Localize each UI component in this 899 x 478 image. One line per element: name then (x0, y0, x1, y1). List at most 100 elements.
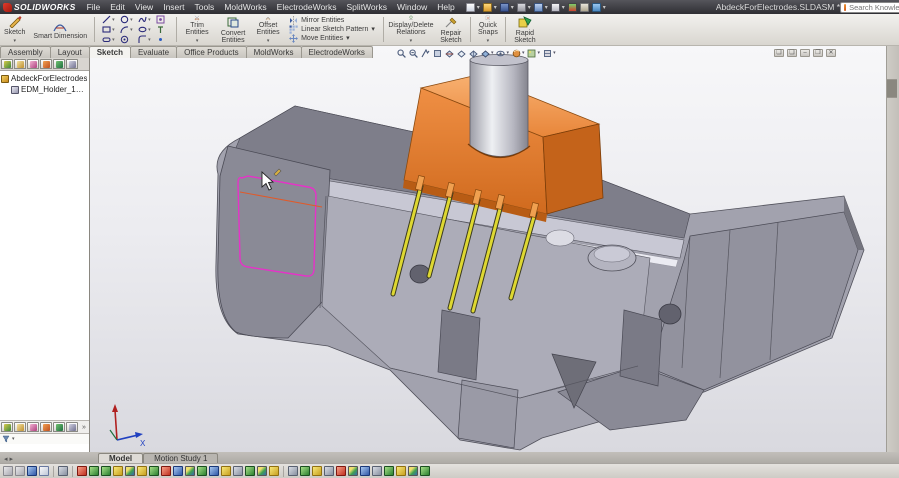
zoom-fit-icon[interactable] (396, 48, 406, 58)
office-manager-tab[interactable] (66, 59, 78, 69)
moldworks-tool-6-icon[interactable] (137, 466, 147, 476)
section-view-icon[interactable] (444, 48, 454, 58)
relations-caret-icon[interactable]: ▾ (410, 38, 413, 46)
electrodeworks-tool-1-icon[interactable] (288, 466, 298, 476)
quick-snaps-button[interactable]: Quick Snaps ▾ (474, 14, 502, 45)
moldworks-tool-5-icon[interactable] (125, 466, 135, 476)
tree-filter[interactable]: ▾ (0, 434, 89, 444)
doc-cascade-icon[interactable]: ❏ (774, 49, 784, 57)
pattern-caret-icon[interactable]: ▾ (371, 25, 375, 34)
display-manager-tab[interactable] (53, 59, 65, 69)
linear-sketch-pattern-button[interactable]: Linear Sketch Pattern ▾ (286, 25, 378, 34)
tabstrip-overflow[interactable]: » (82, 424, 86, 431)
trim-caret-icon[interactable]: ▾ (196, 38, 199, 46)
electrodeworks-tool-8-icon[interactable] (372, 466, 382, 476)
open-icon[interactable] (483, 3, 492, 12)
display-style-icon[interactable] (480, 48, 490, 58)
zoom-area-icon[interactable] (408, 48, 418, 58)
tab-scroll-left-icon[interactable]: ◂ (4, 455, 8, 463)
tree-root-item[interactable]: AbdeckForElectrodes (1, 73, 88, 84)
ellipse-tool-icon[interactable]: ▾ (136, 25, 153, 35)
tab-office-products[interactable]: Office Products (176, 46, 247, 58)
move-entities-button[interactable]: Move Entities ▾ (286, 34, 378, 43)
moldworks-tool-1-icon[interactable] (77, 466, 87, 476)
cad-model[interactable]: X (90, 46, 886, 452)
sketch-picture-icon[interactable] (154, 15, 171, 25)
polygon-tool-icon[interactable] (118, 35, 135, 45)
electrodeworks-tool-4-icon[interactable] (324, 466, 334, 476)
moldworks-tool-4-icon[interactable] (113, 466, 123, 476)
edit-appearance-icon[interactable] (511, 48, 521, 58)
previous-view-icon[interactable] (432, 48, 442, 58)
bottom-office-tab[interactable] (66, 422, 78, 432)
feature-tree-tab[interactable] (1, 59, 13, 69)
arc-tool-icon[interactable]: ▾ (118, 25, 135, 35)
menu-view[interactable]: View (130, 2, 158, 12)
moldworks-tool-3-icon[interactable] (101, 466, 111, 476)
tab-moldworks[interactable]: MoldWorks (246, 46, 302, 58)
offset-entities-button[interactable]: Offset Entities ▾ (252, 14, 284, 45)
menu-window[interactable]: Window (392, 2, 432, 12)
bottom-configuration-tab[interactable] (27, 422, 39, 432)
bottom-feature-tree-tab[interactable] (1, 422, 13, 432)
electrodeworks-tool-3-icon[interactable] (312, 466, 322, 476)
rapid-sketch-button[interactable]: Rapid Sketch (509, 14, 541, 45)
tree-child-item[interactable]: EDM_Holder_1_11-1 (1, 84, 88, 95)
bottom-property-tab[interactable] (14, 422, 26, 432)
rectangle-tool-icon[interactable]: ▾ (100, 25, 117, 35)
electrodeworks-tool-11-icon[interactable] (408, 466, 418, 476)
view-settings-icon[interactable] (542, 48, 552, 58)
electrodeworks-tool-6-icon[interactable] (348, 466, 358, 476)
knowledge-search[interactable]: 🔍 ▾ (840, 2, 899, 13)
bottom-dimxpert-tab[interactable] (40, 422, 52, 432)
filter-icon[interactable] (3, 466, 13, 476)
tab-layout[interactable]: Layout (50, 46, 90, 58)
appearances-scenes-icon[interactable] (895, 79, 897, 98)
sketch-caret-icon[interactable]: ▾ (13, 38, 16, 46)
cursor-select-icon[interactable] (39, 466, 49, 476)
doc-restore-button[interactable]: ❐ (813, 49, 823, 57)
convert-entities-button[interactable]: Convert Entities (214, 14, 252, 45)
electrodeworks-tool-10-icon[interactable] (396, 466, 406, 476)
apply-scene-icon[interactable] (527, 48, 537, 58)
repair-sketch-button[interactable]: Repair Sketch (435, 14, 467, 45)
hide-show-items-icon[interactable] (496, 48, 506, 58)
point-tool-icon[interactable] (154, 35, 171, 45)
electrodeworks-tool-5-icon[interactable] (336, 466, 346, 476)
doc-minimize-button[interactable]: – (800, 49, 810, 57)
mirror-entities-button[interactable]: Mirror Entities (286, 16, 378, 25)
doc-tile-icon[interactable]: ❏ (787, 49, 797, 57)
select-filter-icon[interactable] (15, 466, 25, 476)
text-tool-icon[interactable] (154, 25, 171, 35)
electrodeworks-tool-2-icon[interactable] (300, 466, 310, 476)
view-orientation-icon[interactable] (456, 48, 466, 58)
sketch-button[interactable]: Sketch ▾ (0, 14, 29, 45)
zoom-selection-icon[interactable] (420, 48, 430, 58)
motion-study-tab[interactable]: Motion Study 1 (143, 453, 218, 463)
menu-splitworks[interactable]: SplitWorks (342, 2, 392, 12)
spline-tool-icon[interactable]: ▾ (136, 15, 153, 25)
search-input[interactable] (849, 3, 899, 12)
bottom-display-tab[interactable] (53, 422, 65, 432)
menu-edit[interactable]: Edit (105, 2, 130, 12)
moldworks-tool-13-icon[interactable] (221, 466, 231, 476)
menu-electrodeworks[interactable]: ElectrodeWorks (272, 2, 342, 12)
moldworks-tool-8-icon[interactable] (161, 466, 171, 476)
moldworks-tool-9-icon[interactable] (173, 466, 183, 476)
standard-views-icon[interactable] (468, 48, 478, 58)
moldworks-tool-2-icon[interactable] (89, 466, 99, 476)
tab-evaluate[interactable]: Evaluate (130, 46, 177, 58)
rebuild-icon[interactable] (568, 3, 577, 12)
circle-tool-icon[interactable]: ▾ (118, 15, 135, 25)
viewport-3d[interactable]: X ▾ ▾ ▾ ▾ ▾ ❏ ❏ – ❐ ✕ (90, 46, 886, 452)
moldworks-tool-11-icon[interactable] (197, 466, 207, 476)
moldworks-tool-12-icon[interactable] (209, 466, 219, 476)
tab-assembly[interactable]: Assembly (0, 46, 51, 58)
filter-caret-icon[interactable]: ▾ (12, 436, 15, 442)
menu-file[interactable]: File (82, 2, 106, 12)
menu-tools[interactable]: Tools (189, 2, 219, 12)
configuration-manager-tab[interactable] (27, 59, 39, 69)
electrodeworks-tool-7-icon[interactable] (360, 466, 370, 476)
electrodeworks-tool-9-icon[interactable] (384, 466, 394, 476)
print-icon[interactable] (517, 3, 526, 12)
